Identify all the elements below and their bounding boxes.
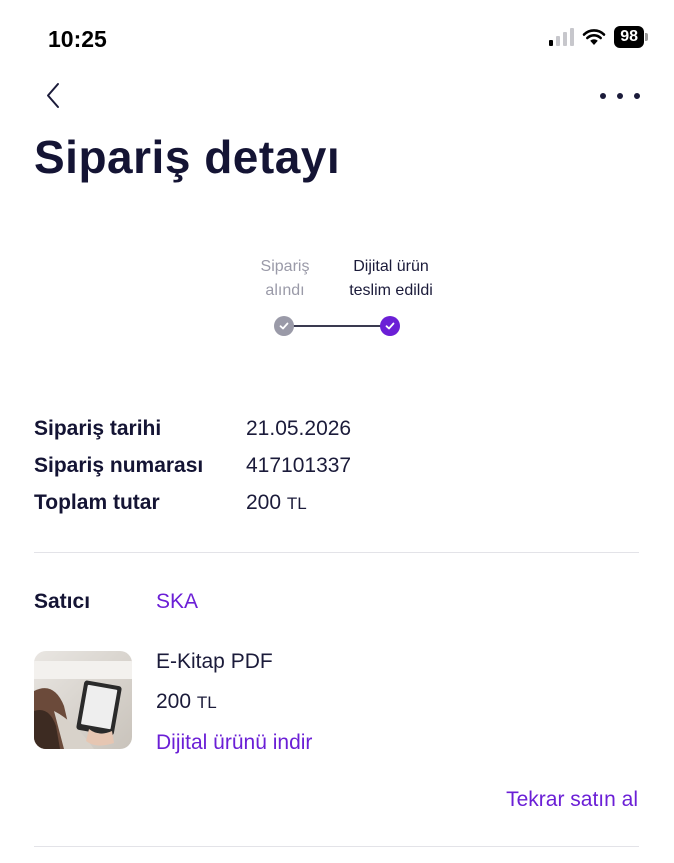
order-number-value: 417101337 xyxy=(246,453,352,477)
order-number-label: Sipariş numarası xyxy=(34,453,204,477)
step-connector xyxy=(284,325,390,327)
order-total-currency: TL xyxy=(286,493,307,513)
back-button[interactable] xyxy=(38,78,74,114)
step-label-delivered: Dijital ürün teslim edildi xyxy=(349,258,433,299)
product-price-currency: TL xyxy=(196,693,217,712)
status-bar: 10:25 98 xyxy=(0,0,674,70)
status-time: 10:25 xyxy=(48,26,107,52)
step-label-order-received: Sipariş alındı xyxy=(260,258,310,299)
more-options-button[interactable] xyxy=(600,84,640,108)
download-digital-product-link[interactable]: Dijital ürünü indir xyxy=(156,731,312,755)
ebook-reader-thumbnail[interactable] xyxy=(34,651,132,749)
divider xyxy=(34,552,639,553)
cellular-signal-icon xyxy=(549,28,575,46)
order-total-value: 200 TL xyxy=(246,491,307,515)
product-price-amount: 200 xyxy=(156,690,192,713)
battery-icon: 98 xyxy=(614,26,648,48)
order-progress-stepper: Sipariş alındı Dijital ürün teslim edild… xyxy=(230,255,450,345)
more-horizontal-icon xyxy=(600,93,606,99)
order-info: Sipariş tarihi 21.05.2026 Sipariş numara… xyxy=(34,410,351,521)
seller-name-link[interactable]: SKA xyxy=(156,590,198,614)
step-current-check-icon xyxy=(380,316,400,336)
wifi-icon xyxy=(582,29,606,45)
product-price: 200 TL xyxy=(156,690,217,714)
order-number-row: Sipariş numarası 417101337 xyxy=(34,447,351,484)
chevron-left-icon xyxy=(47,83,59,108)
seller-label: Satıcı xyxy=(34,590,91,613)
rebuy-button[interactable]: Tekrar satın al xyxy=(506,788,638,812)
product-name: E-Kitap PDF xyxy=(156,650,273,673)
status-icons: 98 xyxy=(549,26,648,48)
order-total-row: Toplam tutar 200 TL xyxy=(34,484,351,521)
order-date-value: 21.05.2026 xyxy=(246,416,352,440)
order-total-label: Toplam tutar xyxy=(34,490,160,514)
order-total-amount: 200 xyxy=(246,490,282,514)
battery-level: 98 xyxy=(614,26,644,48)
step-done-check-icon xyxy=(274,316,294,336)
order-date-label: Sipariş tarihi xyxy=(34,416,162,440)
page-title: Sipariş detayı xyxy=(34,131,341,183)
divider xyxy=(34,846,639,847)
order-date-row: Sipariş tarihi 21.05.2026 xyxy=(34,410,351,447)
